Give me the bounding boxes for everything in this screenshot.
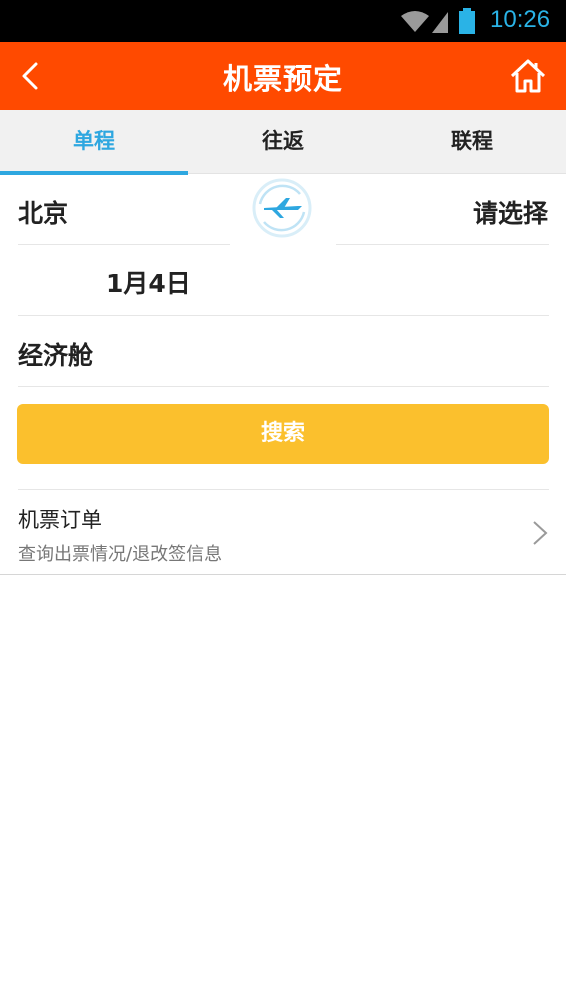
battery-icon <box>459 8 475 34</box>
divider <box>18 315 549 316</box>
departure-city[interactable]: 北京 <box>18 194 68 230</box>
tab-one-way[interactable]: 单程 <box>0 110 188 175</box>
orders-subtitle: 查询出票情况/退改签信息 <box>18 544 223 565</box>
page-title: 机票预定 <box>222 62 343 96</box>
tab-multi-city[interactable]: 联程 <box>378 110 566 174</box>
title-bar: 机票预定 <box>0 42 566 110</box>
orders-title: 机票订单 <box>18 508 102 532</box>
divider <box>336 244 549 245</box>
chevron-right-icon <box>533 521 548 545</box>
search-button[interactable]: 搜索 <box>17 404 549 464</box>
city-row: 北京 请选择 <box>0 174 566 246</box>
status-bar: 10:26 <box>0 0 566 42</box>
signal-icon <box>432 12 448 33</box>
home-icon[interactable] <box>506 54 550 98</box>
empty-content-area <box>0 576 566 1004</box>
tab-round-trip[interactable]: 往返 <box>189 110 377 174</box>
cabin-class[interactable]: 经济舱 <box>18 336 93 372</box>
wifi-icon <box>401 11 429 32</box>
airplane-swap-icon[interactable] <box>250 176 314 240</box>
arrival-city[interactable]: 请选择 <box>473 194 548 230</box>
trip-type-tabs: 单程 往返 联程 <box>0 110 566 175</box>
departure-date[interactable]: 1月4日 <box>106 264 191 300</box>
flight-orders-row[interactable]: 机票订单 查询出票情况/退改签信息 <box>0 490 566 575</box>
divider <box>18 386 549 387</box>
status-time: 10:26 <box>490 6 551 33</box>
divider <box>18 244 230 245</box>
